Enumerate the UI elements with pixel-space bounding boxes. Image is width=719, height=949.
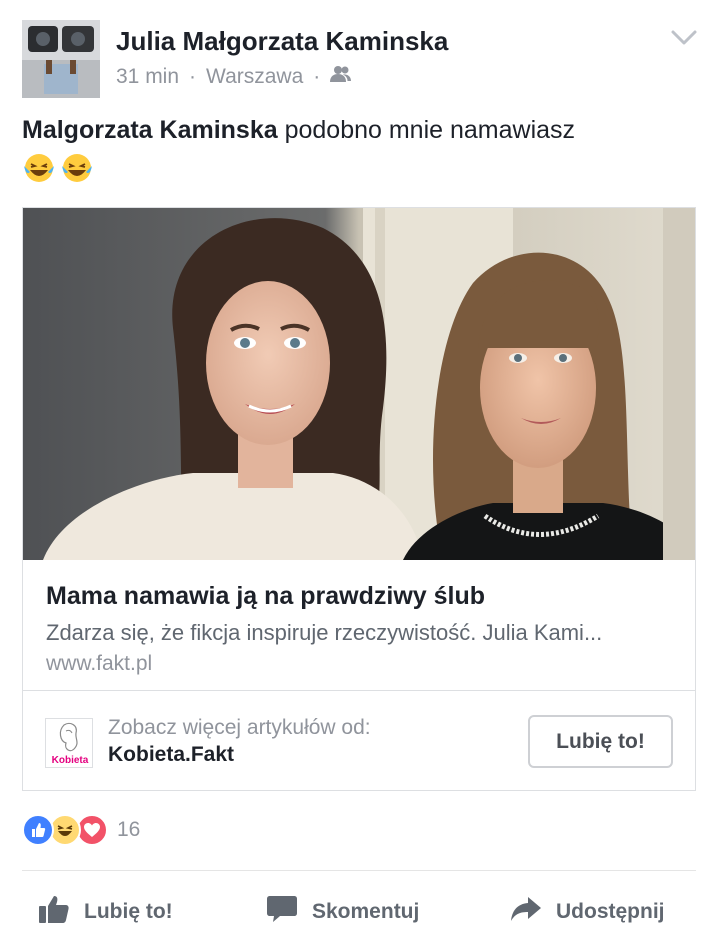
share-button[interactable]: Udostępnij [510, 890, 665, 934]
actions-divider [22, 870, 696, 871]
link-preview-card[interactable]: Mama namawia ją na prawdziwy ślub Zdarza… [22, 207, 696, 791]
page-logo[interactable]: Kobieta [45, 718, 93, 768]
card-divider [23, 690, 695, 691]
thumbs-up-icon [38, 894, 84, 930]
post-meta: 31 min · Warszawa · [116, 65, 352, 89]
author-avatar[interactable] [22, 20, 100, 98]
link-preview-image[interactable] [23, 208, 695, 560]
post-message-text: podobno mnie namawiasz [277, 116, 576, 144]
laughing-emoji-icon [22, 152, 56, 184]
post-time[interactable]: 31 min [116, 65, 179, 89]
chevron-down-icon[interactable] [670, 28, 698, 48]
share-button-label: Udostępnij [556, 900, 665, 923]
link-domain: www.fakt.pl [46, 652, 153, 675]
post-header: Julia Małgorzata Kaminska 31 min · Warsz… [0, 0, 719, 110]
like-page-button[interactable]: Lubię to! [528, 715, 673, 768]
reaction-count[interactable]: 16 [117, 818, 140, 842]
link-description: Zdarza się, że fikcja inspiruje rzeczywi… [46, 620, 603, 645]
like-icon [22, 814, 54, 846]
laughing-emoji-icon [60, 152, 94, 184]
emoji-row [22, 152, 94, 184]
post-message: Malgorzata Kaminska podobno mnie namawia… [22, 116, 575, 145]
page-name[interactable]: Kobieta.Fakt [108, 743, 234, 767]
page-subtitle: Zobacz więcej artykułów od: [108, 716, 371, 739]
friends-icon[interactable] [330, 65, 352, 89]
author-name[interactable]: Julia Małgorzata Kaminska [116, 26, 448, 57]
comment-button[interactable]: Skomentuj [266, 890, 419, 934]
meta-separator: · [313, 65, 321, 88]
post-location[interactable]: Warszawa [206, 65, 303, 89]
comment-icon [266, 894, 312, 930]
meta-separator: · [189, 65, 197, 88]
comment-button-label: Skomentuj [312, 900, 420, 923]
reactions-summary[interactable]: 16 [22, 814, 140, 846]
like-button-label: Lubię to! [84, 900, 173, 923]
share-icon [510, 895, 556, 929]
mention-link[interactable]: Malgorzata Kaminska [22, 116, 278, 144]
link-title[interactable]: Mama namawia ją na prawdziwy ślub [46, 582, 485, 611]
like-button[interactable]: Lubię to! [38, 890, 173, 934]
page-logo-text: Kobieta [52, 755, 89, 766]
